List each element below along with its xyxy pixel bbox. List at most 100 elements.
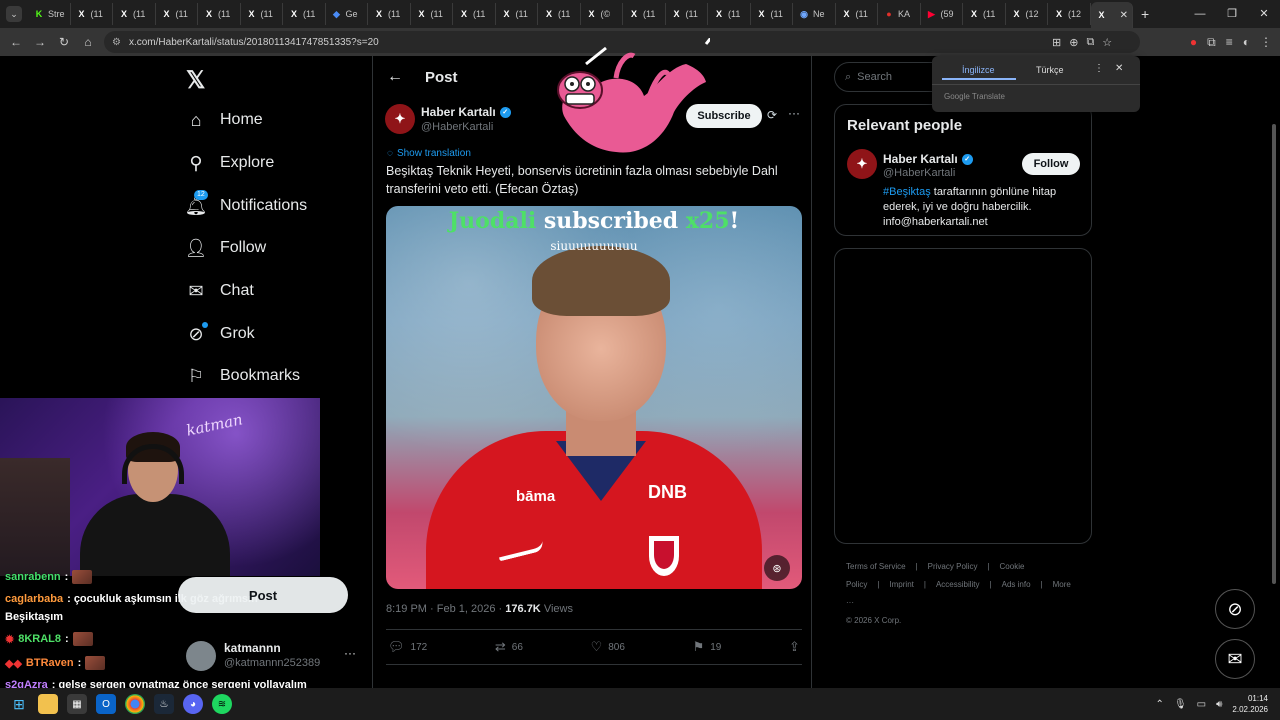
- chat-username[interactable]: caglarbaba: [5, 593, 63, 605]
- volume-icon[interactable]: 🔊︎: [1216, 699, 1222, 710]
- browser-tab[interactable]: X (11: [156, 3, 198, 25]
- like-button[interactable]: ♡ 806: [591, 639, 625, 655]
- tab-source-language[interactable]: İngilizce: [962, 65, 995, 75]
- browser-tab[interactable]: ● KA: [878, 3, 921, 25]
- microphone-icon[interactable]: 🎙︎: [1174, 699, 1187, 710]
- hashtag-link[interactable]: #Beşiktaş: [883, 186, 931, 198]
- grok-explain-icon[interactable]: ⟳: [767, 108, 777, 122]
- browser-tab[interactable]: K Stre: [28, 3, 71, 25]
- extension-icon[interactable]: ●: [1190, 35, 1197, 49]
- browser-tab[interactable]: X (11: [666, 3, 708, 25]
- grok-image-icon[interactable]: ⊛: [764, 555, 790, 581]
- browser-tab[interactable]: X (11: [283, 3, 326, 25]
- browser-menu-icon[interactable]: ⋮: [1260, 35, 1272, 49]
- browser-tab[interactable]: X (11: [496, 3, 538, 25]
- extensions-icon[interactable]: ⧉: [1207, 35, 1216, 50]
- nav-item-notifications[interactable]: 🔔︎ 12 Notifications: [185, 190, 307, 216]
- footer-link[interactable]: Ads info: [1002, 580, 1031, 589]
- browser-tab[interactable]: X (11: [708, 3, 751, 25]
- post-media-image[interactable]: bāma DNB Juodali subscribed x25! siuuuuu…: [386, 206, 802, 589]
- share-button[interactable]: ⇪: [789, 639, 800, 655]
- system-clock[interactable]: 01:14 2.02.2026: [1232, 693, 1268, 715]
- nav-item-home[interactable]: ⌂ Home: [186, 110, 263, 130]
- forward-icon[interactable]: →: [28, 35, 52, 49]
- translate-close-icon[interactable]: ✕: [1115, 63, 1123, 74]
- nav-item-follow[interactable]: 👤︎ Follow: [185, 238, 267, 258]
- spotify-icon[interactable]: ≋: [212, 694, 232, 714]
- browser-tab[interactable]: X (11: [198, 3, 241, 25]
- install-icon[interactable]: ⧉: [1086, 36, 1094, 49]
- translate-menu-icon[interactable]: ⋮: [1094, 63, 1104, 74]
- zoom-icon[interactable]: ⊕: [1069, 36, 1078, 49]
- relevant-name[interactable]: Haber Kartalı ✓: [883, 152, 973, 166]
- profile-avatar-icon[interactable]: ◐: [1243, 35, 1250, 49]
- outlook-icon[interactable]: O: [96, 694, 116, 714]
- post-button[interactable]: Post: [178, 577, 348, 613]
- grok-fab-icon[interactable]: ⊘: [1215, 589, 1255, 629]
- account-switcher[interactable]: katmannn @katmannn252389 ···: [186, 641, 366, 673]
- browser-tab[interactable]: ▶ (59: [921, 3, 963, 25]
- author-avatar[interactable]: ✦: [385, 104, 415, 134]
- nav-item-chat[interactable]: ✉ Chat: [186, 281, 253, 301]
- nav-item-explore[interactable]: ⚲ Explore: [186, 153, 274, 173]
- bookmark-star-icon[interactable]: ☆: [1102, 36, 1112, 49]
- nav-item-grok[interactable]: ⊘ Grok: [186, 322, 255, 344]
- tray-chevron-icon[interactable]: ⌃: [1156, 699, 1164, 710]
- tab-search-icon[interactable]: ⌄: [6, 6, 22, 22]
- file-explorer-icon[interactable]: [38, 694, 58, 714]
- footer-link[interactable]: Terms of Service: [846, 562, 906, 571]
- back-arrow-icon[interactable]: ←: [387, 68, 403, 86]
- tab-close-icon[interactable]: ✕: [1120, 10, 1128, 21]
- back-icon[interactable]: ←: [4, 35, 28, 49]
- post-time[interactable]: 8:19 PM: [386, 603, 427, 615]
- reload-icon[interactable]: ↻: [52, 35, 76, 49]
- relevant-avatar[interactable]: ✦: [847, 149, 877, 179]
- browser-tab[interactable]: X (11: [241, 3, 283, 25]
- browser-tab[interactable]: X (11: [411, 3, 453, 25]
- restore-icon[interactable]: ❐: [1216, 0, 1248, 28]
- show-translation-link[interactable]: ◌ Show translation: [387, 148, 471, 159]
- minimize-icon[interactable]: —: [1184, 0, 1216, 28]
- browser-tab[interactable]: X (11: [751, 3, 793, 25]
- chat-username[interactable]: sanrabenn: [5, 571, 61, 583]
- bookmark-button[interactable]: ⚑ 19: [693, 639, 722, 655]
- calculator-icon[interactable]: ▦: [67, 694, 87, 714]
- browser-tab[interactable]: ◆ Ge: [326, 3, 368, 25]
- windows-start-icon[interactable]: ⊞: [9, 694, 29, 714]
- nav-item-bookmarks[interactable]: ⚐ Bookmarks: [186, 366, 300, 386]
- chat-username[interactable]: BTRaven: [26, 657, 74, 669]
- page-scrollbar[interactable]: [1270, 114, 1278, 594]
- footer-link[interactable]: Imprint: [889, 580, 913, 589]
- browser-tab[interactable]: X (12: [1006, 3, 1048, 25]
- more-options-icon[interactable]: ···: [788, 106, 800, 120]
- messages-fab-icon[interactable]: ✉: [1215, 639, 1255, 679]
- new-tab-icon[interactable]: +: [1141, 6, 1149, 22]
- x-logo-icon[interactable]: 𝕏: [186, 66, 205, 95]
- repost-button[interactable]: ⇄ 66: [495, 639, 523, 655]
- author-handle[interactable]: @HaberKartali: [421, 121, 493, 133]
- author-name[interactable]: Haber Kartalı ✓: [421, 105, 511, 119]
- browser-tab[interactable]: ◉ Ne: [793, 3, 836, 25]
- display-icon[interactable]: ▭: [1197, 699, 1206, 710]
- browser-tab[interactable]: X (11: [71, 3, 113, 25]
- browser-tab[interactable]: X (11: [368, 3, 411, 25]
- scrollbar-thumb[interactable]: [1272, 124, 1276, 584]
- browser-tab[interactable]: X (11: [963, 3, 1006, 25]
- browser-tab[interactable]: X (11: [836, 3, 878, 25]
- site-info-icon[interactable]: ⚙: [112, 37, 121, 48]
- browser-tab[interactable]: X (12: [1048, 3, 1091, 25]
- browser-tab[interactable]: X (©: [581, 3, 623, 25]
- browser-tab[interactable]: X (11: [113, 3, 156, 25]
- post-date[interactable]: Feb 1, 2026: [437, 603, 496, 615]
- account-more-icon[interactable]: ···: [344, 646, 356, 660]
- steam-icon[interactable]: ♨: [154, 694, 174, 714]
- browser-tab[interactable]: X (11: [538, 3, 581, 25]
- browser-tab[interactable]: X (11: [453, 3, 496, 25]
- media-control-icon[interactable]: ≡: [1226, 35, 1233, 49]
- close-window-icon[interactable]: ✕: [1248, 0, 1280, 28]
- browser-tab[interactable]: X ✕: [1090, 2, 1133, 28]
- browser-tab[interactable]: X (11: [623, 3, 666, 25]
- footer-link[interactable]: Accessibility: [936, 580, 980, 589]
- discord-icon[interactable]: ◕: [183, 694, 203, 714]
- follow-button[interactable]: Follow: [1022, 153, 1080, 175]
